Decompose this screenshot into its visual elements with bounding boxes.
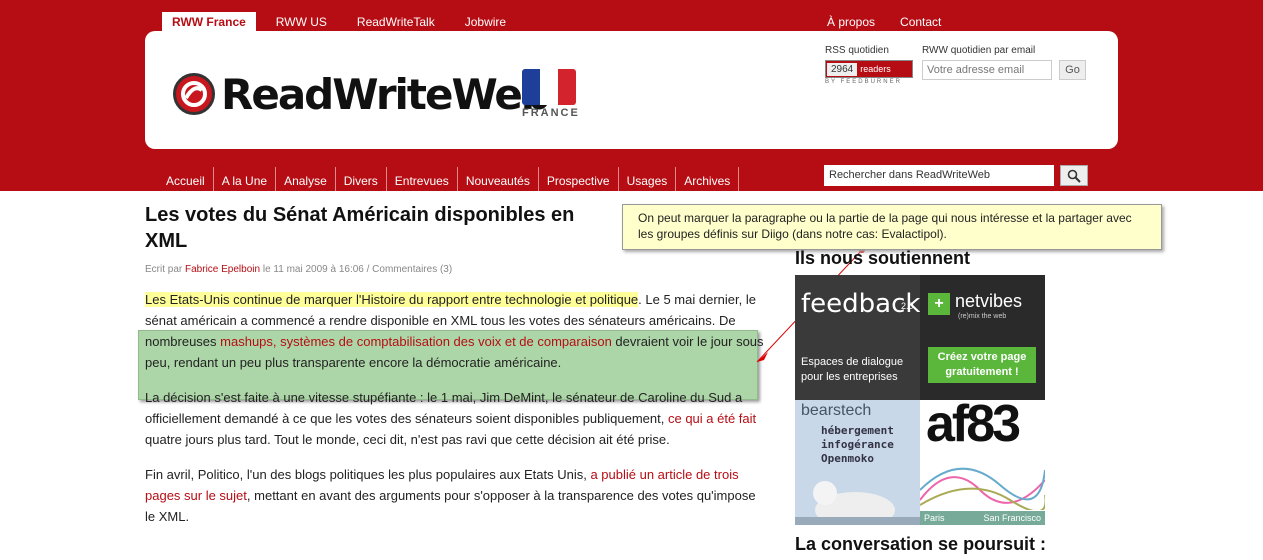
annotation-arrow (756, 247, 865, 363)
ad-af83-brand: af83 (926, 400, 1021, 453)
sponsors-title: Ils nous soutiennent (795, 248, 971, 268)
sidebar: Ils nous soutiennent feedback 2.0 Espace… (795, 248, 1055, 525)
polar-bear-image (795, 481, 920, 525)
ad-af83[interactable]: af83 Paris San Francisco (920, 400, 1045, 525)
city-san-francisco: San Francisco (983, 513, 1041, 523)
ad-bearstech[interactable]: bearstech hébergement infogérance Openmo… (795, 400, 920, 525)
ad-af83-graphic (920, 467, 1045, 510)
ad-bearstech-text: hébergement infogérance Openmoko (821, 424, 894, 465)
ad-netvibes-sub: (re)mix the web (958, 313, 1007, 320)
ad-feedback-version: 2.0 (901, 301, 914, 311)
ad-af83-cities: Paris San Francisco (920, 511, 1045, 525)
ad-netvibes-brand: netvibes (955, 291, 1023, 311)
ad-feedback-text: Espaces de dialogue pour les entreprises (801, 356, 904, 383)
diigo-tooltip: On peut marquer la paragraphe ou la part… (622, 204, 1162, 250)
ad-bearstech-brand: bearstech (801, 402, 872, 419)
ad-netvibes[interactable]: + netvibes (re)mix the web Créez votre p… (920, 275, 1045, 400)
city-paris: Paris (924, 513, 945, 523)
conversation-title: La conversation se poursuit : (795, 534, 1047, 554)
plus-icon: + (928, 293, 950, 315)
ad-netvibes-cta: Créez votre page gratuitement ! (928, 347, 1036, 383)
sponsor-ads: feedback 2.0 Espaces de dialogue pour le… (795, 275, 1055, 525)
ad-feedback[interactable]: feedback 2.0 Espaces de dialogue pour le… (795, 275, 920, 400)
